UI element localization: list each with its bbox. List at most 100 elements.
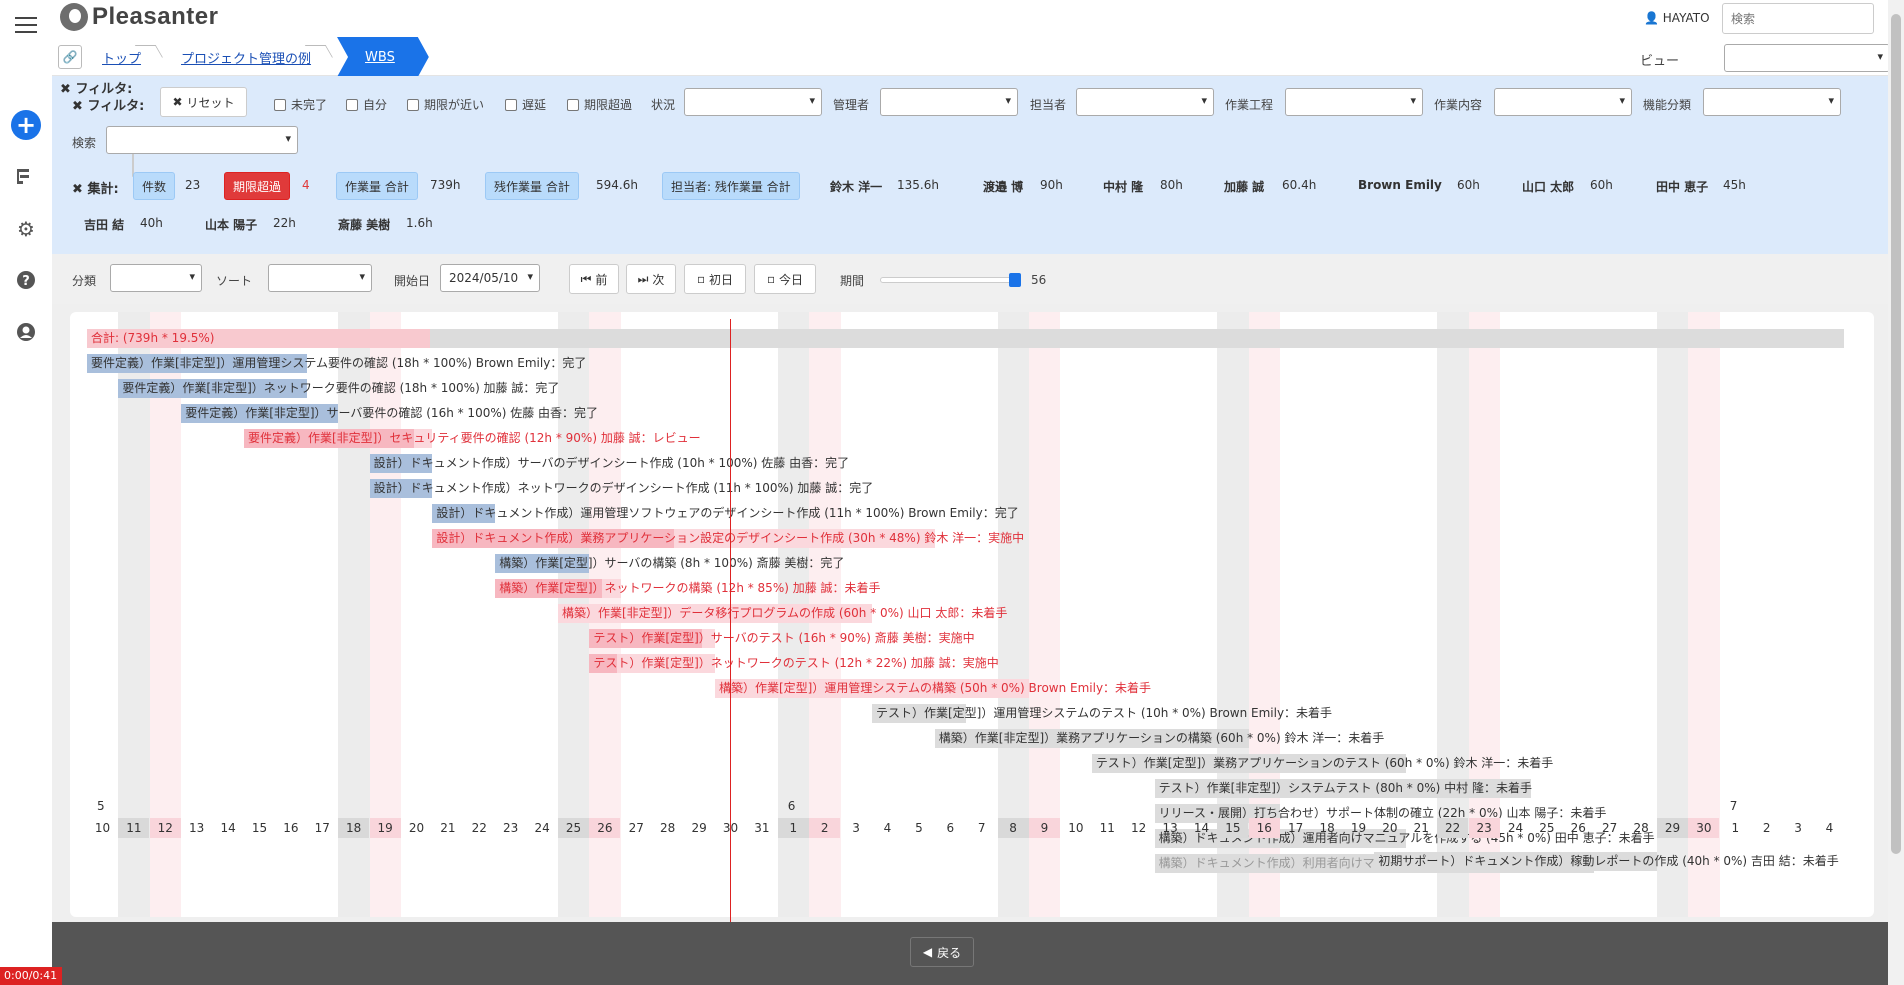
task-label[interactable]: 構築）作業[定型]）ネットワークの構築 (12h * 85%) 加藤 誠：未着手: [499, 579, 880, 598]
day-label: 25: [558, 818, 589, 838]
filter-due-soon[interactable]: 期限が近い: [407, 96, 484, 113]
day-label: 14: [220, 821, 236, 835]
day-label: 24: [534, 821, 550, 835]
task-label[interactable]: 初期サポート）ドキュメント作成）稼動レポートの作成 (40h * 0%) 吉田 …: [1378, 852, 1838, 871]
gantt-chart: 合計: (739h * 19.5%) 要件定義）作業[非定型]）運用管理システム…: [70, 312, 1874, 917]
close-icon[interactable]: ✖: [72, 182, 83, 197]
app-logo[interactable]: Pleasanter: [60, 3, 218, 31]
svg-text:?: ?: [22, 274, 30, 289]
page-scrollbar[interactable]: [1888, 0, 1904, 985]
day-label: 1: [1731, 821, 1740, 835]
task-label[interactable]: 要件定義）作業[非定型]）運用管理システム要件の確認 (18h * 100%) …: [91, 354, 586, 373]
task-label[interactable]: 設計）ドキュメント作成）サーバのデザインシート作成 (10h * 100%) 佐…: [374, 454, 850, 473]
breadcrumb-project[interactable]: プロジェクト管理の例: [167, 42, 337, 72]
person-name: 吉田 結: [84, 218, 125, 232]
close-icon[interactable]: ✖: [60, 82, 71, 97]
hamburger-menu-icon[interactable]: [12, 12, 40, 38]
user-icon[interactable]: [12, 318, 40, 346]
help-icon[interactable]: ?: [12, 266, 40, 294]
work-total-badge[interactable]: 作業量 合計: [336, 172, 418, 200]
work-content-select[interactable]: [1494, 88, 1632, 116]
add-icon[interactable]: +: [11, 110, 41, 140]
status-select[interactable]: [684, 88, 822, 116]
assignee-remaining-badge[interactable]: 担当者: 残作業量 合計: [662, 172, 800, 200]
task-label[interactable]: 要件定義）作業[非定型]）サーバ要件の確認 (16h * 100%) 佐藤 由香…: [185, 404, 598, 423]
group-select[interactable]: [110, 264, 202, 292]
sort-select[interactable]: [268, 264, 372, 292]
start-date-label: 開始日: [394, 274, 431, 288]
scroll-thumb[interactable]: [1891, 14, 1901, 854]
close-icon[interactable]: ✖: [72, 99, 83, 114]
day-label: 1: [777, 818, 809, 838]
day-label: 18: [1319, 821, 1335, 835]
task-label[interactable]: 構築）作業[定型]）運用管理システムの構築 (50h * 0%) Brown E…: [719, 679, 1151, 698]
day-label: 22: [1437, 818, 1469, 838]
gear-icon[interactable]: ⚙: [12, 215, 40, 243]
overdue-badge[interactable]: 期限超過: [224, 172, 291, 200]
period-slider[interactable]: [880, 273, 1021, 287]
task-label[interactable]: テスト）作業[非定型]）システムテスト (80h * 0%) 中村 隆：未着手: [1159, 779, 1532, 798]
assignee-select[interactable]: [1076, 88, 1214, 116]
remaining-total-badge[interactable]: 残作業量 合計: [485, 172, 579, 200]
task-label[interactable]: テスト）作業[定型]）運用管理システムのテスト (10h * 0%) Brown…: [876, 704, 1332, 723]
day-label: 27: [628, 821, 644, 835]
task-label[interactable]: テスト）作業[定型]）サーバのテスト (16h * 90%) 斎藤 美樹：実施中: [593, 629, 974, 648]
prev-button[interactable]: ⏮ 前: [569, 264, 619, 294]
summary-title: ✖ 集計:: [72, 182, 119, 197]
breadcrumb-top[interactable]: トップ: [88, 42, 167, 72]
remaining-total-value: 594.6h: [596, 178, 638, 192]
task-label[interactable]: 構築）作業[非定型]）データ移行プログラムの作成 (60h * 0%) 山口 太…: [562, 604, 1007, 623]
view-select[interactable]: [1724, 44, 1890, 72]
count-badge[interactable]: 件数: [133, 172, 176, 200]
day-label: 15: [251, 821, 268, 835]
filter-self[interactable]: 自分: [346, 96, 387, 113]
day-label: 9: [1029, 818, 1060, 838]
filter-delay[interactable]: 遅延: [505, 96, 546, 113]
checkbox[interactable]: [274, 98, 286, 111]
day-label: 17: [1288, 821, 1304, 835]
first-day-button[interactable]: ▫ 初日: [684, 264, 746, 294]
task-label[interactable]: テスト）作業[定型]）業務アプリケーションのテスト (60h * 0%) 鈴木 …: [1096, 754, 1553, 773]
task-label[interactable]: 構築）作業[定型]）サーバの構築 (8h * 100%) 斎藤 美樹：完了: [499, 554, 844, 573]
task-label[interactable]: 要件定義）作業[非定型]）ネットワーク要件の確認 (18h * 100%) 加藤…: [122, 379, 559, 398]
task-label[interactable]: テスト）作業[定型]）ネットワークのテスト (12h * 22%) 加藤 誠：実…: [593, 654, 998, 673]
task-label[interactable]: 構築）作業[非定型]）業務アプリケーションの構築 (60h * 0%) 鈴木 洋…: [939, 729, 1384, 748]
reset-button[interactable]: ✖ リセット: [160, 87, 247, 117]
checkbox[interactable]: [407, 98, 419, 111]
status-label: 状況: [651, 98, 676, 112]
back-button[interactable]: ◀ 戻る: [910, 937, 974, 967]
breadcrumb-wbs[interactable]: WBS: [337, 37, 429, 77]
link-icon[interactable]: 🔗: [58, 45, 82, 69]
checkbox[interactable]: [346, 98, 358, 111]
slider-thumb[interactable]: [1009, 273, 1021, 287]
person-icon: 👤: [1644, 11, 1659, 25]
total-label: 合計: (739h * 19.5%): [91, 331, 215, 345]
logo-icon: [60, 3, 88, 31]
filter-overdue[interactable]: 期限超過: [567, 96, 632, 113]
work-content-label: 作業内容: [1434, 98, 1483, 112]
search-input[interactable]: [1722, 3, 1874, 34]
task-label[interactable]: 設計）ドキュメント作成）ネットワークのデザインシート作成 (11h * 100%…: [374, 479, 874, 498]
filter-incomplete[interactable]: 未完了: [274, 96, 327, 113]
filter-search-input[interactable]: [106, 126, 298, 154]
process-select[interactable]: [1285, 88, 1423, 116]
month-label: 7: [1729, 799, 1738, 813]
person-value: 45h: [1723, 178, 1746, 192]
gantt-view-icon[interactable]: [12, 163, 40, 191]
start-date-input[interactable]: 2024/05/10: [440, 264, 540, 292]
checkbox[interactable]: [567, 98, 579, 111]
task-label[interactable]: 設計）ドキュメント作成）運用管理ソフトウェアのデザインシート作成 (11h * …: [436, 504, 1018, 523]
day-label: 30: [1688, 818, 1720, 838]
prev-icon: ⏮: [580, 271, 592, 286]
user-name[interactable]: 👤 HAYATO: [1644, 11, 1710, 25]
day-label: 17: [314, 821, 330, 835]
person-name: 中村 隆: [1103, 180, 1144, 194]
function-select[interactable]: [1703, 88, 1841, 116]
manager-select[interactable]: [880, 88, 1018, 116]
sort-label: ソート: [216, 274, 253, 288]
checkbox[interactable]: [505, 98, 517, 111]
today-button[interactable]: ▫ 今日: [754, 264, 816, 294]
left-rail: + ⚙ ?: [0, 0, 52, 985]
next-button[interactable]: ⏭ 次: [626, 264, 676, 294]
task-label[interactable]: 要件定義）作業[非定型]）セキュリティ要件の確認 (12h * 90%) 加藤 …: [248, 429, 701, 448]
